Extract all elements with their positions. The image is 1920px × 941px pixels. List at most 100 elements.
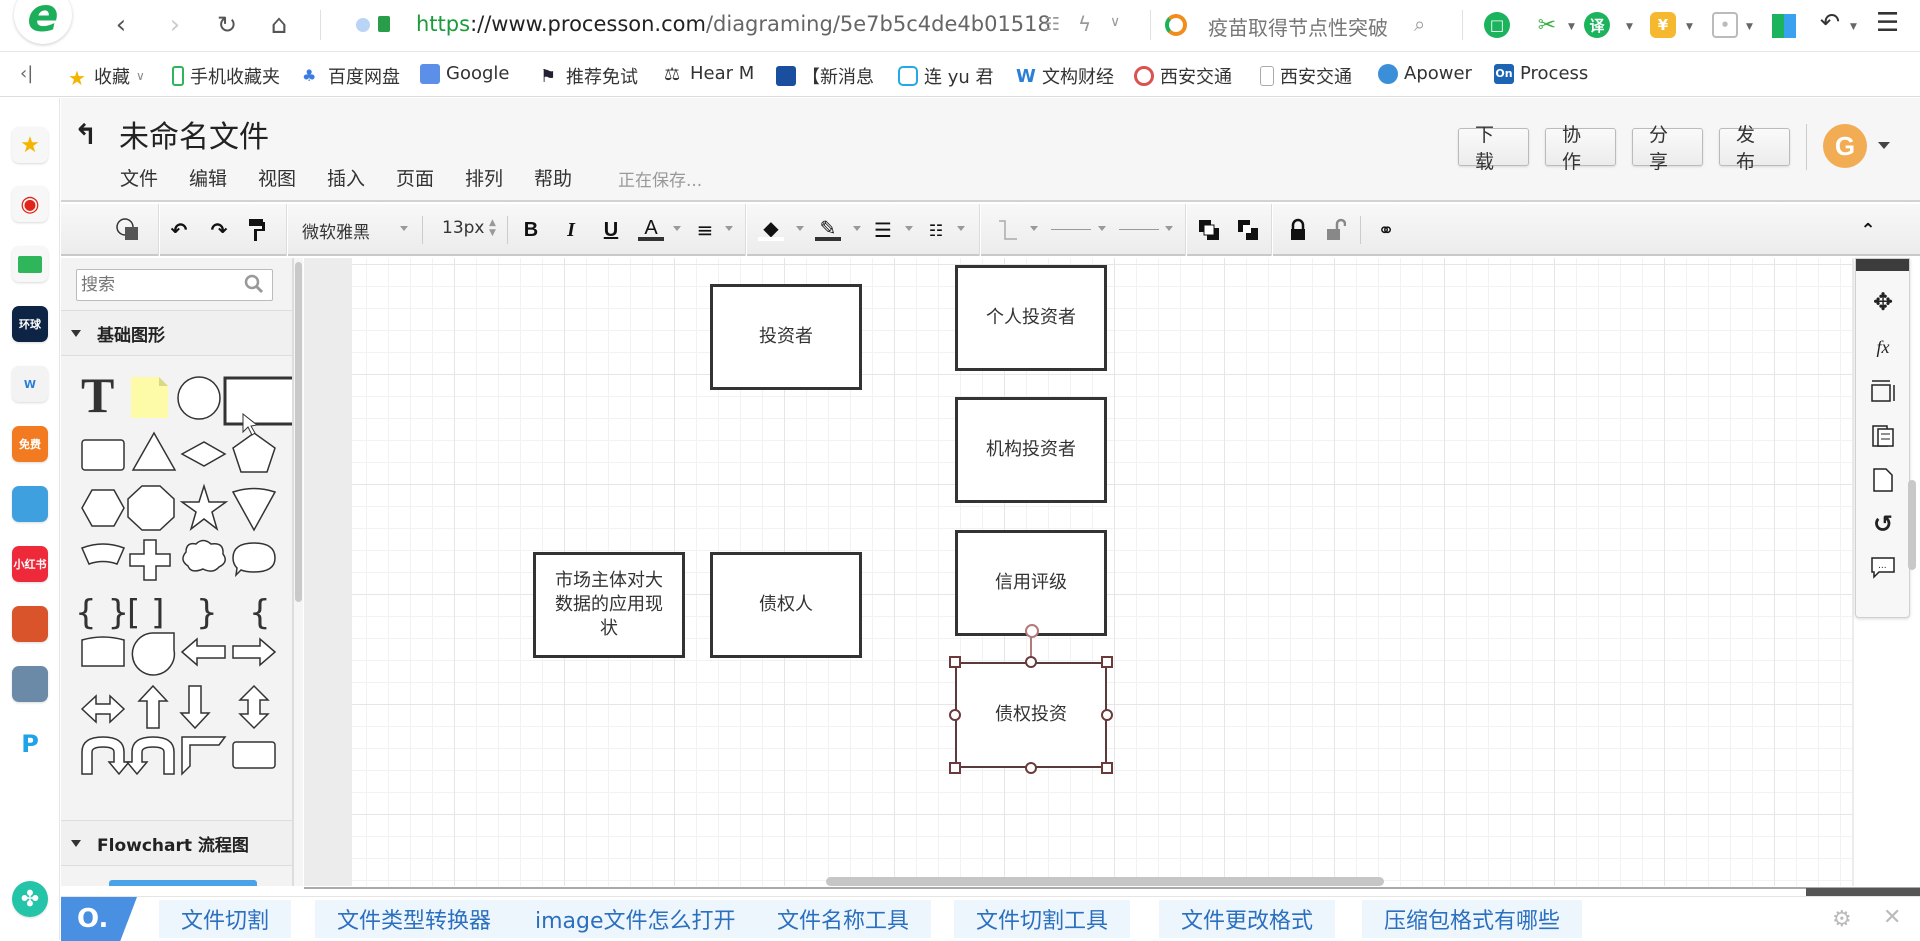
suggestion-chip[interactable]: image文件怎么打开 xyxy=(513,900,758,938)
coupon-icon[interactable]: ¥ xyxy=(1650,12,1676,38)
chevron-down-icon[interactable] xyxy=(400,226,408,231)
diagram-node[interactable]: 机构投资者 xyxy=(955,397,1107,503)
chevron-down-icon[interactable] xyxy=(1030,226,1038,231)
sidebar-scroll-thumb[interactable] xyxy=(295,262,302,602)
chevron-down-icon[interactable] xyxy=(1098,226,1106,231)
left-arrow-shape[interactable] xyxy=(180,637,226,667)
chevron-down-icon[interactable] xyxy=(796,226,804,231)
menu-help[interactable]: 帮助 xyxy=(534,164,572,191)
pentagon-shape[interactable] xyxy=(232,432,276,473)
chevron-down-icon[interactable] xyxy=(905,226,913,231)
history-icon[interactable]: ↺ xyxy=(1868,509,1898,539)
weibo-icon[interactable]: ◉ xyxy=(12,186,48,222)
sector-shape[interactable] xyxy=(231,487,277,532)
resize-handle-s[interactable] xyxy=(1025,762,1037,774)
search-logo-icon[interactable]: O. xyxy=(61,897,137,941)
underline-icon[interactable]: U xyxy=(597,216,625,244)
avatar[interactable]: G xyxy=(1823,124,1867,168)
game-icon[interactable] xyxy=(12,666,48,702)
line-width-icon[interactable]: ☰ xyxy=(869,216,897,244)
document-title[interactable]: 未命名文件 xyxy=(119,112,269,156)
page-icon[interactable] xyxy=(1868,465,1898,495)
hexagon-shape[interactable] xyxy=(81,489,125,527)
word-doc-icon[interactable]: W xyxy=(12,366,48,402)
chevron-down-icon[interactable]: ▼ xyxy=(1746,22,1753,32)
font-size-stepper[interactable]: ▲ ▼ xyxy=(489,218,496,238)
pdf-tool-icon[interactable]: P xyxy=(12,726,48,762)
browser-search-input[interactable]: 疫苗取得节点性突破 xyxy=(1208,12,1388,41)
lock-icon[interactable] xyxy=(1284,216,1312,244)
section-flowchart[interactable]: Flowchart 流程图 xyxy=(61,820,292,866)
bookmark-item[interactable]: ♣ 百度网盘 xyxy=(302,63,400,89)
add-app-icon[interactable]: ✤ xyxy=(12,881,48,917)
search-icon[interactable] xyxy=(244,274,264,294)
horizontal-scrollbar[interactable] xyxy=(826,877,1384,886)
redo-icon[interactable]: ↷ xyxy=(205,216,233,244)
resize-handle-nw[interactable] xyxy=(949,656,961,668)
chevron-down-icon[interactable]: ▼ xyxy=(1686,22,1693,32)
scissors-icon[interactable]: ✂ xyxy=(1534,12,1560,38)
free-novel-icon[interactable]: 免费 xyxy=(12,426,48,462)
favorites-star-icon[interactable]: ★ xyxy=(12,127,48,163)
xiaohongshu-icon[interactable]: 小红书 xyxy=(12,546,48,582)
forward-icon[interactable]: › xyxy=(160,10,190,40)
bookmark-item[interactable]: ⚑ 推荐免试 xyxy=(540,63,638,89)
back-icon[interactable]: ‹ xyxy=(106,10,136,40)
bracket-pair-shape[interactable]: [ ] xyxy=(127,593,164,633)
comment-icon[interactable]: ... xyxy=(1868,553,1898,583)
qr-icon[interactable]: ☷ xyxy=(1044,14,1060,35)
u-turn-arrow-shape[interactable] xyxy=(81,736,131,776)
publish-button[interactable]: 发布 xyxy=(1719,124,1790,173)
chevron-down-icon[interactable] xyxy=(853,226,861,231)
undo-icon[interactable]: ↶ xyxy=(165,216,193,244)
bookmark-item[interactable]: Google xyxy=(420,63,509,84)
bookmark-item[interactable]: 西安交通 xyxy=(1134,63,1232,89)
chevron-down-icon[interactable]: ▼ xyxy=(1850,22,1857,32)
speech-bubble-shape[interactable] xyxy=(232,542,276,578)
undo-icon[interactable]: ↶ xyxy=(1820,8,1840,36)
translate-icon[interactable]: 译 xyxy=(1584,12,1610,38)
huanqiu-wangxiao-icon[interactable]: 环球 xyxy=(12,306,48,342)
octagon-shape[interactable] xyxy=(127,485,175,531)
bookmark-item[interactable]: 连 yu 君 xyxy=(898,63,994,89)
cross-shape[interactable] xyxy=(129,539,171,581)
bookmark-item[interactable]: On Process xyxy=(1494,63,1588,84)
text-align-icon[interactable]: ≡ xyxy=(691,216,719,244)
left-brace-shape[interactable]: { xyxy=(249,593,271,633)
send-to-back-icon[interactable] xyxy=(1234,216,1262,244)
resize-handle-sw[interactable] xyxy=(949,762,961,774)
rectangle-shape[interactable] xyxy=(223,376,293,426)
rounded-rectangle-shape[interactable] xyxy=(232,741,276,769)
menu-page[interactable]: 页面 xyxy=(396,164,434,191)
resize-handle-e[interactable] xyxy=(1101,709,1113,721)
suggestion-chip[interactable]: 压缩包格式有哪些 xyxy=(1362,900,1583,938)
corner-shape[interactable] xyxy=(181,736,227,776)
line-color-icon[interactable]: ✎ xyxy=(814,216,842,244)
brace-pair-shape[interactable]: { } xyxy=(75,593,129,633)
shape-style-icon[interactable] xyxy=(114,216,142,244)
suggestion-chip[interactable]: 文件名称工具 xyxy=(755,900,932,938)
page-size-icon[interactable] xyxy=(1868,376,1898,406)
formula-icon[interactable]: fx xyxy=(1868,332,1898,362)
diamond-shape[interactable] xyxy=(180,441,227,467)
line-style-icon[interactable]: ☷ xyxy=(922,216,950,244)
chevron-down-icon[interactable]: ▼ xyxy=(1626,22,1633,32)
left-right-arrow-shape[interactable] xyxy=(80,694,126,724)
game-icon[interactable] xyxy=(12,486,48,522)
chevron-down-icon[interactable]: ▼ xyxy=(1568,22,1575,32)
settings-gear-icon[interactable]: ⚙ xyxy=(1832,907,1852,932)
layers-icon[interactable] xyxy=(1868,421,1898,451)
start-arrow-icon[interactable] xyxy=(1051,229,1091,230)
fill-color-icon[interactable]: ◆ xyxy=(757,216,785,244)
vertical-scrollbar[interactable] xyxy=(1908,480,1916,570)
suggestion-chip[interactable]: 文件类型转换器 xyxy=(315,900,514,938)
section-basic-shapes[interactable]: 基础图形 xyxy=(61,310,292,356)
font-family-select[interactable]: 微软雅黑 xyxy=(302,218,370,243)
teardrop-shape[interactable] xyxy=(131,632,176,676)
cloud-shape[interactable] xyxy=(182,539,226,572)
download-button[interactable]: 下载 xyxy=(1458,124,1529,173)
apps-icon[interactable] xyxy=(1772,14,1796,38)
bookmark-item[interactable]: ⚖ Hear M xyxy=(664,63,754,85)
link-icon[interactable]: ⚭ xyxy=(1372,216,1400,244)
diagram-node[interactable]: 个人投资者 xyxy=(955,265,1107,371)
